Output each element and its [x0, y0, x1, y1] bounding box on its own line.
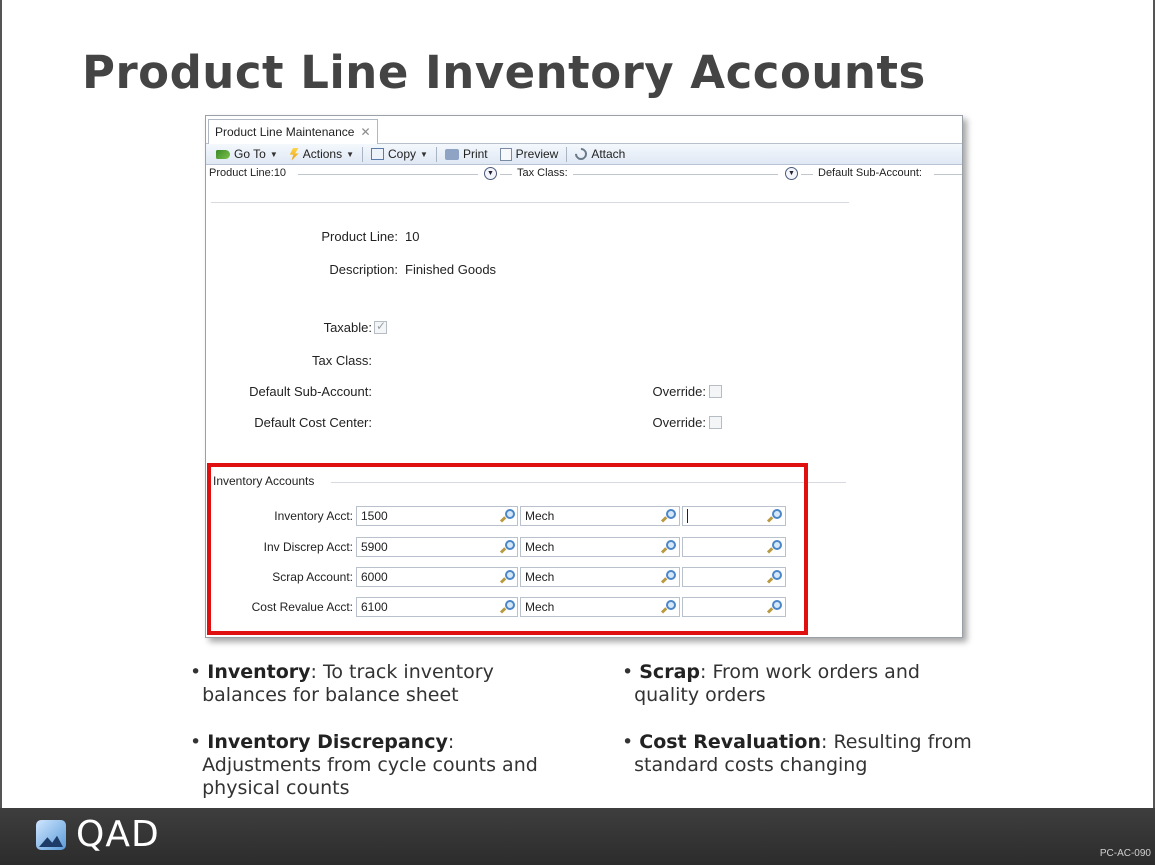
print-button[interactable]: Print — [439, 144, 494, 164]
copy-button[interactable]: Copy ▼ — [365, 144, 434, 164]
override-label: Override: — [652, 384, 706, 399]
goto-icon — [216, 149, 230, 159]
bullet-cost-revaluation: • Cost Revaluation: Resulting from stand… — [622, 731, 972, 776]
toolbar-separator — [362, 146, 364, 162]
description-label: Description: — [329, 262, 398, 277]
bullet-inventory-discrepancy: • Inventory Discrepancy: Adjustments fro… — [190, 731, 538, 799]
override-cost-center-checkbox[interactable] — [709, 416, 722, 429]
filter-line — [298, 174, 478, 175]
paperclip-icon — [572, 145, 590, 163]
bullet-term: Inventory — [207, 661, 311, 683]
filter-tax-class: Tax Class: — [517, 167, 568, 179]
header-separator — [211, 202, 849, 203]
filter-line — [801, 174, 813, 175]
actions-label: Actions — [302, 147, 343, 161]
filter-default-sub-account: Default Sub-Account: — [818, 167, 922, 179]
dropdown-arrow-icon: ▼ — [420, 149, 428, 159]
bullet-text: quality orders — [634, 684, 766, 706]
bullet-text: : Resulting from — [821, 731, 972, 753]
preview-icon — [499, 147, 512, 161]
taxable-checkbox[interactable] — [374, 319, 387, 334]
attach-button[interactable]: Attach — [569, 144, 631, 164]
goto-button[interactable]: Go To ▼ — [210, 144, 284, 164]
slide-footer: QAD PC-AC-090 — [0, 808, 1155, 865]
product-line-label: Product Line: — [321, 229, 398, 244]
attach-label: Attach — [591, 147, 626, 161]
tab-product-line-maintenance[interactable]: Product Line Maintenance ✕ — [208, 119, 378, 144]
bullet-text: Adjustments from cycle counts and — [202, 754, 538, 776]
close-icon[interactable]: ✕ — [360, 120, 370, 144]
qad-logo-icon — [36, 820, 66, 850]
tab-strip: Product Line Maintenance ✕ — [206, 116, 962, 144]
filter-product-line: Product Line:10 — [209, 167, 287, 179]
override-sub-account-checkbox[interactable] — [709, 385, 722, 398]
bullet-term: Scrap — [639, 661, 700, 683]
chevron-down-icon[interactable]: ▼ — [484, 167, 497, 180]
product-line-value: 10 — [405, 229, 420, 244]
chevron-down-icon[interactable]: ▼ — [785, 167, 798, 180]
dropdown-arrow-icon: ▼ — [346, 149, 355, 159]
taxable-label: Taxable: — [323, 320, 372, 335]
printer-icon — [444, 148, 459, 160]
toolbar: Go To ▼ Actions ▼ Copy ▼ Print Preview A… — [206, 144, 962, 165]
slide-border-left — [0, 0, 2, 808]
bullet-term: Cost Revaluation — [639, 731, 822, 753]
preview-label: Preview — [515, 147, 559, 161]
slide-title: Product Line Inventory Accounts — [82, 46, 926, 99]
toolbar-separator — [566, 146, 568, 162]
tax-class-label: Tax Class: — [312, 353, 372, 368]
dropdown-arrow-icon: ▼ — [269, 149, 278, 159]
goto-label: Go To — [234, 147, 266, 161]
filter-line — [500, 174, 512, 175]
toolbar-separator — [435, 146, 437, 162]
bullet-text: : To track inventory — [310, 661, 494, 683]
bullet-text: standard costs changing — [634, 754, 868, 776]
bullet-scrap: • Scrap: From work orders and quality or… — [622, 661, 920, 706]
override-label: Override: — [652, 415, 706, 430]
bullet-text: physical counts — [202, 777, 350, 799]
inventory-accounts-highlight — [207, 463, 808, 635]
lightning-icon — [289, 147, 299, 161]
filter-line — [573, 174, 778, 175]
preview-button[interactable]: Preview — [494, 144, 565, 164]
filter-line — [934, 174, 962, 175]
description-value: Finished Goods — [405, 262, 497, 277]
default-cost-center-label: Default Cost Center: — [254, 415, 372, 430]
bullet-inventory: • Inventory: To track inventory balances… — [190, 661, 494, 706]
print-label: Print — [462, 147, 488, 161]
bullet-text: : From work orders and — [700, 661, 920, 683]
bullet-text: : — [447, 731, 455, 753]
bullet-text: balances for balance sheet — [202, 684, 459, 706]
logo-text: QAD — [76, 814, 160, 855]
slide-code: PC-AC-090 — [1099, 848, 1151, 859]
actions-button[interactable]: Actions ▼ — [284, 144, 360, 164]
bullet-term: Inventory Discrepancy — [207, 731, 448, 753]
tab-label: Product Line Maintenance — [215, 125, 355, 139]
filter-bar: Product Line:10 ▼ Tax Class: ▼ Default S… — [206, 165, 962, 183]
copy-icon — [371, 148, 385, 160]
default-sub-account-label: Default Sub-Account: — [249, 384, 372, 399]
copy-label: Copy — [388, 147, 417, 161]
